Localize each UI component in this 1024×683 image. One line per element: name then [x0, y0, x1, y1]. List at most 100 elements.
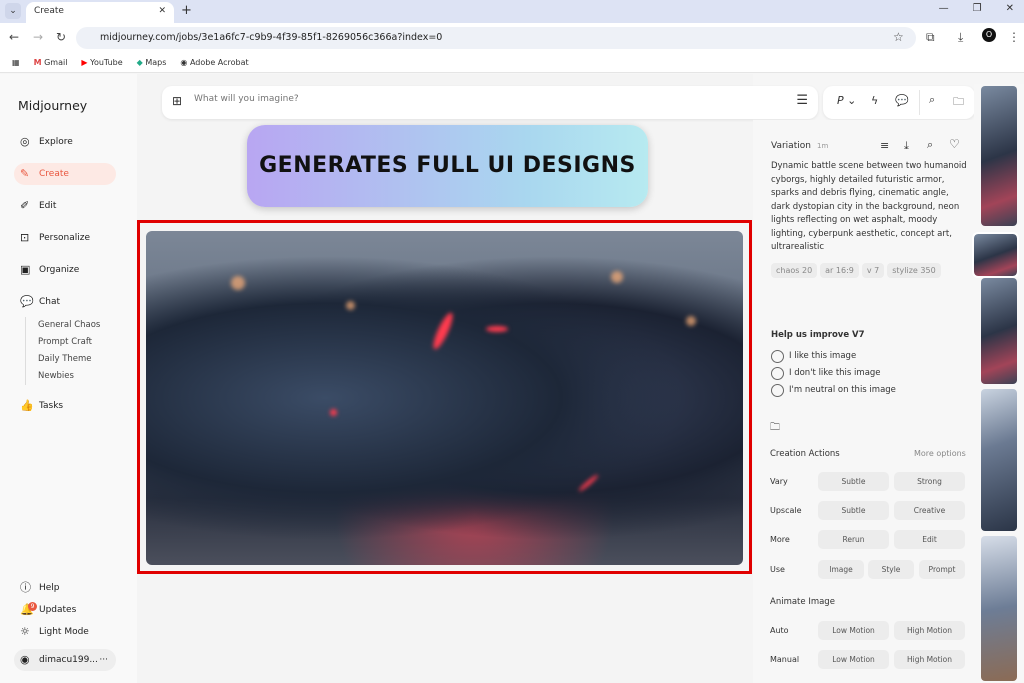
forward-icon[interactable]: →	[33, 30, 43, 44]
browser-tab-bar: ⌄ Create ✕ + — ❐ ✕	[0, 0, 1024, 23]
thumbnail-strip	[972, 84, 1024, 683]
search-icon[interactable]: ⌕	[927, 138, 933, 152]
bookmark-star-icon[interactable]: ☆	[893, 30, 904, 44]
chat-room-general-chaos[interactable]: General Chaos	[38, 320, 100, 330]
reload-icon[interactable]: ↻	[56, 30, 66, 44]
url-input[interactable]: midjourney.com/jobs/3e1a6fc7-c9b9-4f39-8…	[76, 27, 916, 49]
manual-high-motion-button[interactable]: High Motion	[894, 650, 965, 669]
generated-image[interactable]	[146, 231, 743, 565]
upscale-subtle-button[interactable]: Subtle	[818, 501, 889, 520]
use-image-button[interactable]: Image	[818, 560, 864, 579]
edit-button[interactable]: Edit	[894, 530, 965, 549]
compass-icon: ◎	[20, 135, 30, 148]
prompt-text[interactable]: Dynamic battle scene between two humanoi…	[771, 160, 969, 255]
light-mode-toggle[interactable]: ☼ Light Mode	[14, 621, 116, 643]
sidebar-item-edit[interactable]: ✐ Edit	[14, 195, 116, 217]
folder-icon[interactable]: 🗀	[953, 93, 964, 112]
creation-actions-title: Creation Actions	[770, 449, 840, 459]
sidebar-item-personalize[interactable]: ⊡ Personalize	[14, 227, 116, 249]
rerun-button[interactable]: Rerun	[818, 530, 889, 549]
vary-strong-button[interactable]: Strong	[894, 472, 965, 491]
bookmark-adobe-acrobat[interactable]: ◉ Adobe Acrobat	[180, 58, 248, 67]
prompt-input[interactable]	[194, 94, 694, 104]
close-tab-icon[interactable]: ✕	[158, 2, 166, 21]
options-icon[interactable]: ≡	[880, 139, 889, 152]
download-icon[interactable]: ⤓	[904, 139, 909, 153]
folder-icon[interactable]: 🗀	[770, 420, 780, 437]
upscale-creative-button[interactable]: Creative	[894, 501, 965, 520]
bookmark-maps[interactable]: ◆ Maps	[137, 58, 167, 67]
sidebar-item-create[interactable]: ✎ Create	[14, 163, 116, 185]
browser-tab[interactable]: Create ✕	[26, 2, 174, 23]
timestamp: 1m	[817, 142, 829, 150]
feedback-neutral-radio[interactable]: I'm neutral on this image	[771, 384, 896, 397]
row-label: More	[770, 535, 790, 544]
vary-subtle-button[interactable]: Subtle	[818, 472, 889, 491]
more-icon[interactable]: ···	[99, 649, 108, 671]
apps-icon[interactable]: ▦	[12, 58, 20, 67]
thumbnail[interactable]	[981, 536, 1017, 681]
download-icon[interactable]: ⤓	[958, 30, 963, 45]
lightning-icon[interactable]: ϟ	[871, 94, 878, 107]
row-label: Vary	[770, 477, 788, 486]
param-chip[interactable]: v 7	[861, 263, 885, 278]
search-icon[interactable]: ⌕	[929, 93, 935, 107]
param-chip[interactable]: stylize 350	[887, 263, 941, 278]
feedback-dislike-radio[interactable]: I don't like this image	[771, 367, 881, 380]
thumbnail[interactable]	[981, 86, 1017, 226]
user-menu[interactable]: ◉ dimacu199... ···	[14, 649, 116, 671]
paintbrush-icon: ✎	[20, 167, 30, 180]
auto-low-motion-button[interactable]: Low Motion	[818, 621, 889, 640]
sidebar-item-chat[interactable]: 💬 Chat	[14, 291, 116, 313]
sidebar-item-organize[interactable]: ▣ Organize	[14, 259, 116, 281]
user-icon: ◉	[20, 653, 30, 666]
manual-low-motion-button[interactable]: Low Motion	[818, 650, 889, 669]
minimize-icon[interactable]: —	[939, 3, 949, 14]
restore-icon[interactable]: ❐	[973, 3, 982, 14]
promo-banner: GENERATES FULL UI DESIGNS	[247, 125, 648, 207]
personalize-icon: ⊡	[20, 231, 30, 244]
chat-bubbles-icon[interactable]: 💬	[895, 94, 909, 107]
address-bar-row: ← → ↻ midjourney.com/jobs/3e1a6fc7-c9b9-…	[0, 23, 1024, 52]
more-options-link[interactable]: More options	[914, 449, 966, 458]
bookmark-youtube[interactable]: ▶ YouTube	[81, 58, 122, 67]
param-chip[interactable]: chaos 20	[771, 263, 818, 278]
chat-room-newbies[interactable]: Newbies	[38, 371, 74, 381]
back-icon[interactable]: ←	[9, 30, 19, 44]
sun-icon: ☼	[20, 625, 30, 638]
chat-room-daily-theme[interactable]: Daily Theme	[38, 354, 92, 364]
sidebar-item-tasks[interactable]: 👍 Tasks	[14, 395, 116, 417]
thumbnail-selected[interactable]	[972, 232, 1019, 278]
extensions-icon[interactable]: ⧉	[926, 30, 935, 45]
heart-icon[interactable]: ♡	[949, 137, 960, 151]
logo[interactable]: Midjourney	[18, 98, 87, 113]
chat-room-prompt-craft[interactable]: Prompt Craft	[38, 337, 92, 347]
use-prompt-button[interactable]: Prompt	[919, 560, 965, 579]
profile-avatar[interactable]: O	[982, 28, 996, 42]
updates-badge: 9	[28, 602, 37, 611]
personalize-toggle[interactable]: P ⌄	[837, 94, 856, 107]
auto-high-motion-button[interactable]: High Motion	[894, 621, 965, 640]
feedback-like-radio[interactable]: I like this image	[771, 350, 856, 363]
updates-link[interactable]: 🔔 Updates 9	[14, 599, 116, 621]
help-link[interactable]: ⓘ Help	[14, 577, 116, 599]
thumbnail[interactable]	[981, 278, 1017, 384]
settings-sliders-icon[interactable]: ☰	[796, 93, 808, 108]
close-window-icon[interactable]: ✕	[1006, 3, 1014, 14]
add-image-icon[interactable]: ⊞	[172, 94, 182, 108]
use-style-button[interactable]: Style	[868, 560, 914, 579]
row-label: Manual	[770, 655, 800, 664]
menu-icon[interactable]: ⋮	[1008, 30, 1020, 44]
param-chip[interactable]: ar 16:9	[820, 263, 859, 278]
animate-title: Animate Image	[770, 597, 835, 607]
thumbs-up-icon: 👍	[20, 399, 34, 412]
prompt-bar: ⊞ ☰	[162, 86, 818, 119]
sidebar-item-explore[interactable]: ◎ Explore	[14, 131, 116, 153]
new-tab-button[interactable]: +	[181, 3, 192, 18]
edit-icon: ✐	[20, 199, 30, 212]
thumbnail[interactable]	[981, 389, 1017, 531]
image-icon: ▣	[20, 263, 31, 276]
bookmark-gmail[interactable]: M Gmail	[34, 58, 68, 67]
tab-list-button[interactable]: ⌄	[5, 3, 21, 19]
chat-icon: 💬	[20, 295, 34, 308]
